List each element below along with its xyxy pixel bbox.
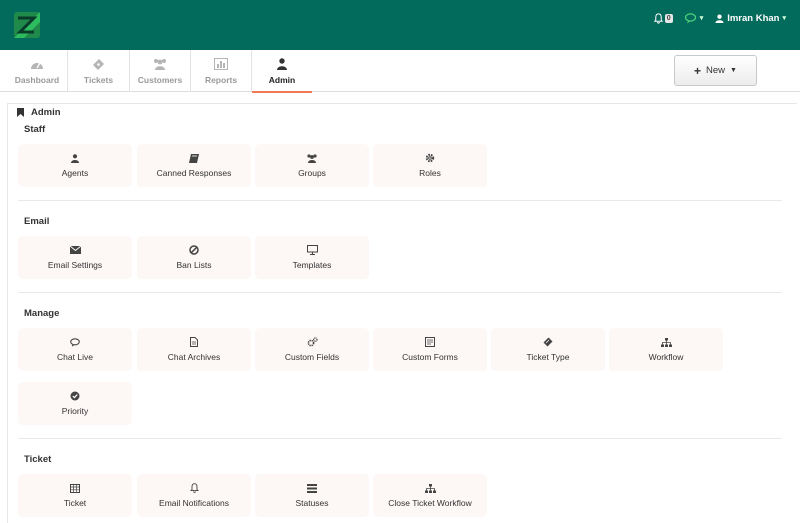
app-logo[interactable] [14,12,40,38]
bell-icon [189,483,199,493]
tab-label: Tickets [83,75,114,85]
admin-card-email-notifications[interactable]: Email Notifications [137,474,251,517]
card-label: Ticket [63,498,87,508]
chevron-down-icon: ▾ [699,15,704,22]
chevron-down-icon: ▾ [782,15,786,22]
admin-card-agents[interactable]: Agents [18,144,132,187]
users-icon [152,57,168,71]
card-label: Ticket Type [526,352,570,362]
admin-card-workflow[interactable]: Workflow [609,328,723,371]
admin-card-email-settings[interactable]: Email Settings [18,236,132,279]
tab-label: Dashboard [14,75,60,85]
bookmark-icon [17,108,24,117]
admin-card-chat-live[interactable]: Chat Live [18,328,132,371]
envelope-icon [69,245,81,255]
user-name: Imran Khan [727,12,780,24]
admin-card-custom-fields[interactable]: Custom Fields [255,328,369,371]
section-divider [18,292,782,293]
tab-admin[interactable]: Admin [252,50,312,93]
new-button[interactable]: + New ▼ [674,55,757,86]
card-label: Custom Forms [402,352,458,362]
card-label: Ban Lists [176,260,212,270]
top-navbar: 0 ▾ Imran Khan ▾ [0,0,800,50]
admin-card-roles[interactable]: Roles [373,144,487,187]
card-label: Workflow [648,352,684,362]
card-label: Agents [61,168,89,178]
chat-menu-button[interactable]: ▾ [684,12,704,24]
new-button-label: New [706,65,726,76]
chat-icon [69,337,81,347]
user-menu-button[interactable]: Imran Khan ▾ [715,13,786,24]
tab-customers[interactable]: Customers [130,50,191,92]
bar-chart-icon [214,57,228,71]
tab-label: Customers [137,75,183,85]
caret-down-icon: ▼ [730,67,737,74]
card-label: Chat Live [57,352,93,362]
admin-card-ban-lists[interactable]: Ban Lists [137,236,251,279]
cog-icon [425,153,435,163]
form-icon [425,337,435,347]
admin-card-priority[interactable]: Priority [18,382,132,425]
user-icon [715,14,724,23]
admin-card-ticket[interactable]: Ticket [18,474,132,517]
card-label: Roles [419,168,441,178]
list-icon [307,483,317,493]
card-label: Close Ticket Workflow [388,498,472,508]
section-title-email: Email [24,216,50,227]
card-label: Priority [61,406,89,416]
admin-card-ticket-type[interactable]: Ticket Type [491,328,605,371]
section-title-manage: Manage [24,308,60,319]
monitor-icon [306,245,318,255]
users-icon [306,153,318,163]
file-icon [190,337,198,347]
tab-tickets[interactable]: Tickets [68,50,130,92]
chat-icon [684,12,696,23]
admin-card-statuses[interactable]: Statuses [255,474,369,517]
sitemap-icon [660,337,672,347]
notifications-button[interactable]: 0 [653,12,673,24]
user-icon [277,57,287,71]
card-label: Email Notifications [159,498,229,508]
card-label: Canned Responses [156,168,232,178]
section-title-ticket: Ticket [24,454,52,465]
user-icon [71,153,79,163]
section-divider [18,200,782,201]
section-title-staff: Staff [24,124,46,135]
tab-label: Admin [268,75,296,85]
card-label: Statuses [295,498,329,508]
admin-card-close-ticket-workflow[interactable]: Close Ticket Workflow [373,474,487,517]
panel-title: Admin [31,107,61,118]
admin-card-templates[interactable]: Templates [255,236,369,279]
plus-icon: + [694,63,702,78]
card-label: Chat Archives [167,352,221,362]
admin-card-chat-archives[interactable]: Chat Archives [137,328,251,371]
ticket-icon [92,57,105,71]
card-label: Templates [292,260,332,270]
card-label: Custom Fields [284,352,340,362]
book-icon [189,153,199,163]
admin-card-groups[interactable]: Groups [255,144,369,187]
ban-icon [189,245,199,255]
card-label: Groups [298,168,326,178]
panel-header: Admin [17,107,61,118]
ticket-icon [543,337,553,347]
admin-card-custom-forms[interactable]: Custom Forms [373,328,487,371]
cogs-icon [307,337,318,347]
card-label: Email Settings [47,260,103,270]
sitemap-icon [424,483,436,493]
admin-card-canned-responses[interactable]: Canned Responses [137,144,251,187]
tab-reports[interactable]: Reports [191,50,252,92]
tab-dashboard[interactable]: Dashboard [7,50,68,92]
table-icon [70,483,80,493]
section-divider [18,438,782,439]
check-circle-icon [70,391,80,401]
dashboard-icon [30,57,44,71]
bell-icon [653,12,664,24]
tab-label: Reports [204,75,238,85]
notification-count-badge: 0 [664,13,673,23]
